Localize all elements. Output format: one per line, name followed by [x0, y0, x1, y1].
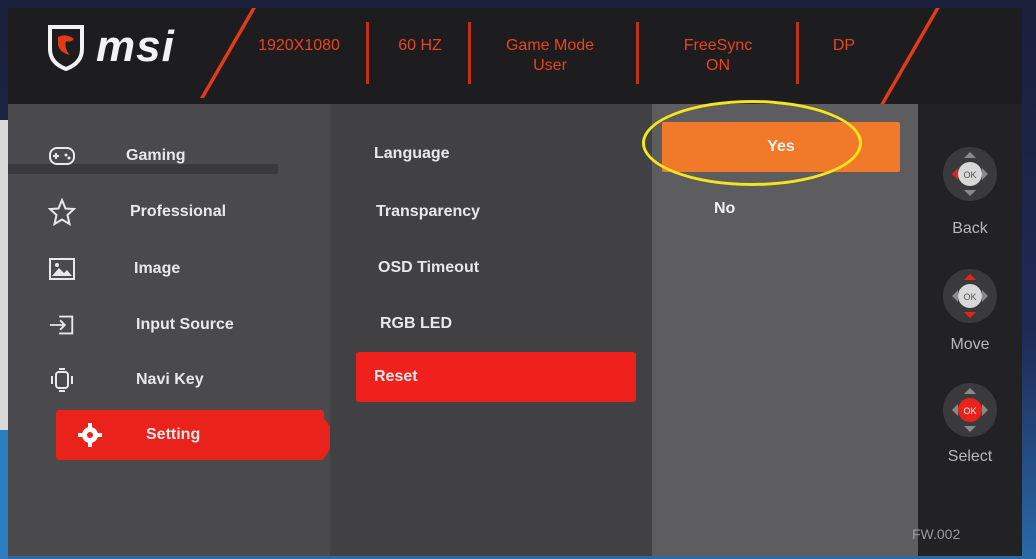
menu-item-image[interactable]: Image	[48, 249, 308, 289]
sub-item-transparency[interactable]: Transparency	[376, 192, 656, 232]
game-mode-status: Game Mode User	[482, 36, 618, 76]
input-source-icon	[48, 311, 76, 339]
header-divider	[796, 22, 799, 84]
freesync-label: FreeSync	[683, 37, 753, 54]
menu-item-professional[interactable]: Professional	[48, 192, 308, 232]
option-no[interactable]: No	[714, 200, 735, 218]
bezel-edge	[0, 120, 8, 430]
select-label: Select	[947, 448, 993, 465]
game-mode-label: Game Mode	[505, 37, 595, 54]
firmware-version: FW.002	[912, 526, 961, 542]
desktop-edge	[0, 430, 8, 559]
freesync-value: ON	[706, 57, 730, 74]
header-divider	[366, 22, 369, 84]
refresh-rate-status: 60 HZ	[398, 37, 442, 54]
dragon-shield-icon	[48, 25, 84, 71]
menu-item-label: Input Source	[136, 316, 234, 333]
menu-item-label: Image	[134, 260, 181, 277]
header-divider	[468, 22, 471, 84]
select-key-icon: OK	[943, 383, 997, 437]
navi-key-guide: OK Back OK Move OK Select	[918, 104, 1022, 556]
freesync-status: FreeSync ON	[650, 36, 786, 76]
sub-item-rgb-led[interactable]: RGB LED	[380, 304, 660, 344]
resolution-status: 1920X1080	[258, 37, 340, 54]
header-divider	[636, 22, 639, 84]
menu-item-label: Navi Key	[136, 371, 204, 388]
msi-logo: msi	[46, 22, 175, 72]
menu-item-label: Gaming	[126, 147, 186, 164]
osd-header: msi 1920X1080 60 HZ Game Mode User FreeS…	[8, 8, 1022, 104]
osd-menu: msi 1920X1080 60 HZ Game Mode User FreeS…	[8, 8, 1022, 556]
game-mode-value: User	[533, 57, 567, 74]
menu-item-label: Setting	[146, 426, 201, 443]
star-icon	[48, 198, 76, 226]
menu-item-input-source[interactable]: Input Source	[48, 305, 308, 345]
input-status: DP	[832, 37, 856, 54]
sub-item-reset[interactable]: Reset	[356, 352, 636, 402]
gear-icon	[76, 421, 104, 449]
svg-text:OK: OK	[963, 292, 976, 302]
menu-item-navi-key[interactable]: Navi Key	[48, 360, 308, 400]
menu-item-label: Professional	[130, 203, 227, 220]
brand-name: msi	[96, 22, 175, 71]
menu-item-gaming[interactable]: Gaming	[48, 136, 308, 176]
gamepad-icon	[48, 142, 76, 170]
move-label: Move	[950, 336, 990, 353]
back-key-icon: OK	[943, 147, 997, 201]
image-icon	[48, 255, 76, 283]
menu-item-setting[interactable]: Setting	[56, 410, 338, 460]
monitor-screen: msi 1920X1080 60 HZ Game Mode User FreeS…	[0, 0, 1036, 559]
svg-text:OK: OK	[963, 170, 976, 180]
main-menu-panel: Gaming Professional Image Input Source N…	[8, 104, 338, 556]
navi-key-icon	[48, 366, 76, 394]
svg-text:OK: OK	[963, 406, 976, 416]
yes-highlight-circle	[642, 100, 862, 186]
sub-menu-panel: Language Transparency OSD Timeout RGB LE…	[330, 104, 652, 556]
back-label: Back	[952, 220, 988, 237]
sub-item-language[interactable]: Language	[374, 134, 654, 174]
header-slash	[880, 8, 940, 104]
move-key-icon: OK	[943, 269, 997, 323]
sub-item-osd-timeout[interactable]: OSD Timeout	[378, 248, 658, 288]
